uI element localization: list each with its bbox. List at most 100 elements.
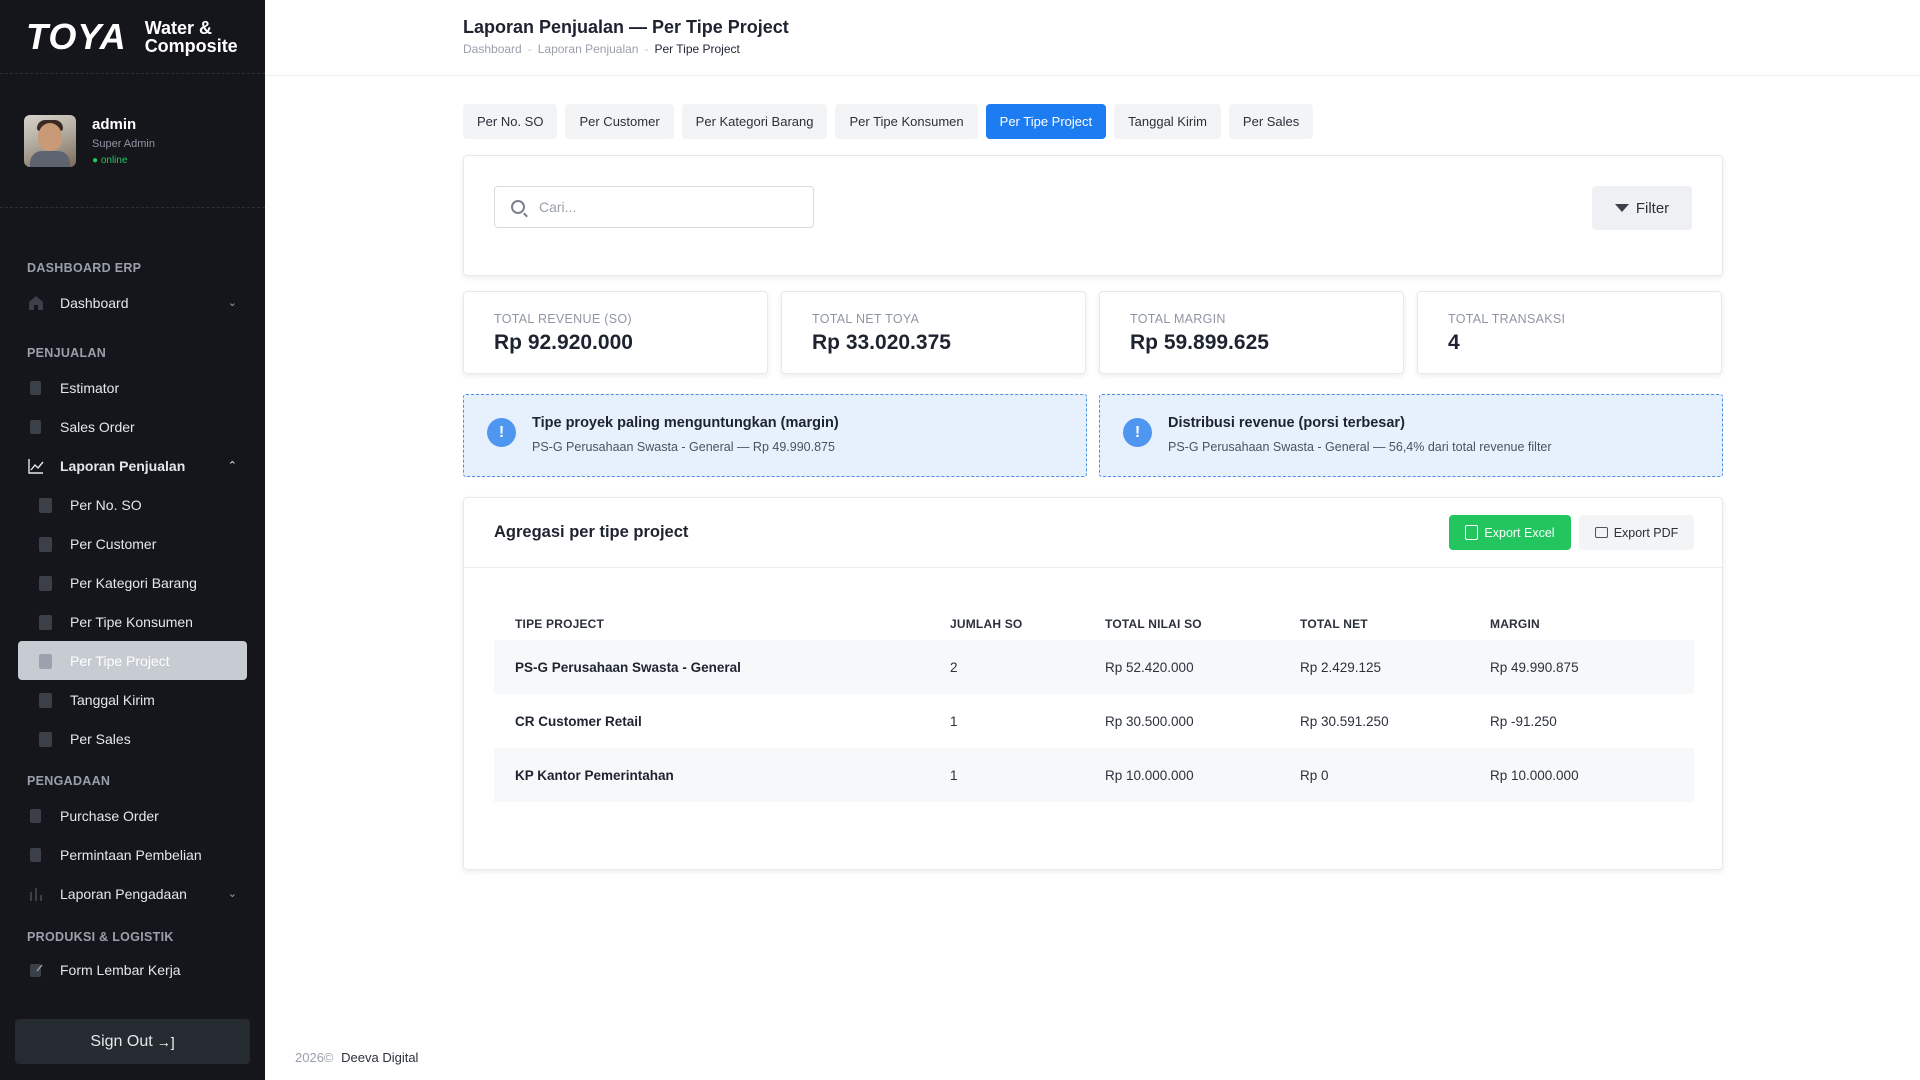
- sidebar-item-label: Purchase Order: [60, 807, 159, 824]
- user-panel: admin Super Admin ● online: [0, 74, 265, 208]
- document-icon: [39, 537, 52, 552]
- stat-label: TOTAL REVENUE (SO): [494, 312, 632, 326]
- column-header-jumlah-so[interactable]: JUMLAH SO: [929, 608, 1084, 640]
- sidebar-subitem-per-kategori-barang[interactable]: Per Kategori Barang: [0, 563, 265, 602]
- stat-card-total-transaksi: TOTAL TRANSAKSI 4: [1417, 291, 1722, 374]
- exclamation-icon: !: [487, 418, 516, 447]
- sign-out-button[interactable]: Sign Out →]: [15, 1019, 250, 1064]
- stat-label: TOTAL TRANSAKSI: [1448, 312, 1566, 326]
- sidebar-item-permintaan-pembelian[interactable]: Permintaan Pembelian: [0, 835, 265, 874]
- chevron-up-icon: ⌃: [227, 460, 237, 472]
- breadcrumb-item-laporan-penjualan[interactable]: Laporan Penjualan: [538, 42, 639, 56]
- file-icon: [30, 848, 41, 862]
- stat-value: 4: [1448, 331, 1460, 354]
- tab-tanggal-kirim[interactable]: Tanggal Kirim: [1114, 104, 1221, 139]
- filter-button[interactable]: Filter: [1592, 186, 1692, 230]
- tab-per-tipe-project[interactable]: Per Tipe Project: [985, 104, 1107, 139]
- brand[interactable]: TOYA Water & Composite: [0, 0, 265, 74]
- sidebar-subitem-tanggal-kirim[interactable]: Tanggal Kirim: [0, 680, 265, 719]
- export-excel-button[interactable]: Export Excel: [1449, 515, 1571, 550]
- cell-total-nilai-so: Rp 52.420.000: [1084, 640, 1279, 694]
- footer-company-link[interactable]: Deeva Digital: [341, 1050, 418, 1065]
- user-role: Super Admin: [92, 137, 155, 150]
- cell-margin: Rp 49.990.875: [1469, 640, 1694, 694]
- table-row: PS-G Perusahaan Swasta - General 2 Rp 52…: [494, 640, 1694, 694]
- cell-jumlah-so: 2: [929, 640, 1084, 694]
- cell-jumlah-so: 1: [929, 748, 1084, 802]
- stat-label: TOTAL MARGIN: [1130, 312, 1226, 326]
- nav-section-penjualan: PENJUALAN: [27, 346, 107, 360]
- sidebar-item-label: Sales Order: [60, 418, 135, 435]
- footer: 2026© Deeva Digital: [295, 1050, 418, 1065]
- tab-per-kategori-barang[interactable]: Per Kategori Barang: [681, 104, 828, 139]
- insight-revenue-distribution: ! Distribusi revenue (porsi terbesar) PS…: [1099, 394, 1723, 477]
- report-tabs: Per No. SO Per Customer Per Kategori Bar…: [463, 104, 1314, 139]
- column-header-tipe-project[interactable]: TIPE PROJECT: [494, 608, 929, 640]
- insight-title: Distribusi revenue (porsi terbesar): [1168, 415, 1405, 431]
- chart-line-icon: [28, 459, 44, 474]
- tab-per-no-so[interactable]: Per No. SO: [463, 104, 558, 139]
- sidebar-item-laporan-pengadaan[interactable]: Laporan Pengadaan ⌄: [0, 874, 265, 913]
- column-header-margin[interactable]: MARGIN: [1469, 608, 1694, 640]
- export-pdf-button[interactable]: Export PDF: [1579, 515, 1694, 550]
- brand-subtitle-line2: Composite: [144, 35, 238, 56]
- tab-per-customer[interactable]: Per Customer: [565, 104, 674, 139]
- document-icon: [39, 654, 52, 669]
- document-icon: [39, 498, 52, 513]
- cell-total-nilai-so: Rp 10.000.000: [1084, 748, 1279, 802]
- cell-total-net: Rp 0: [1279, 748, 1469, 802]
- sidebar-item-label: Laporan Pengadaan: [60, 885, 187, 902]
- file-icon: [30, 420, 41, 434]
- search-box[interactable]: [494, 186, 814, 228]
- insight-title: Tipe proyek paling menguntungkan (margin…: [532, 415, 839, 431]
- stat-card-total-margin: TOTAL MARGIN Rp 59.899.625: [1099, 291, 1404, 374]
- tab-per-tipe-konsumen[interactable]: Per Tipe Konsumen: [835, 104, 978, 139]
- file-icon: [30, 381, 41, 395]
- cell-total-net: Rp 2.429.125: [1279, 640, 1469, 694]
- sidebar-subitem-per-tipe-konsumen[interactable]: Per Tipe Konsumen: [0, 602, 265, 641]
- breadcrumb: Dashboard - Laporan Penjualan - Per Tipe Pro…: [463, 42, 740, 56]
- chevron-down-icon: ⌄: [227, 297, 237, 309]
- insight-text: PS-G Perusahaan Swasta - General — Rp 49…: [532, 440, 835, 454]
- file-icon: [30, 809, 41, 823]
- breadcrumb-separator: -: [527, 42, 532, 56]
- sidebar-subitem-per-tipe-project[interactable]: Per Tipe Project: [18, 641, 247, 680]
- avatar[interactable]: [24, 114, 76, 167]
- sidebar-subitem-per-sales[interactable]: Per Sales: [0, 719, 265, 758]
- column-header-total-nilai-so[interactable]: TOTAL NILAI SO: [1084, 608, 1279, 640]
- sidebar-item-dashboard[interactable]: Dashboard ⌄: [0, 283, 265, 322]
- table-title: Agregasi per tipe project: [494, 523, 689, 541]
- exclamation-icon: !: [1123, 418, 1152, 447]
- cell-jumlah-so: 1: [950, 713, 958, 729]
- sidebar-subitem-per-no-so[interactable]: Per No. SO: [0, 485, 265, 524]
- filter-label: Filter: [1635, 199, 1670, 217]
- sidebar-item-label: Permintaan Pembelian: [60, 846, 202, 863]
- table-row: CR Customer Retail 1 Rp 30.500.000 Rp 30…: [494, 694, 1694, 748]
- excel-file-icon: [1465, 525, 1479, 540]
- sidebar-item-form-lembar-kerja[interactable]: Form Lembar Kerja: [0, 950, 265, 989]
- sidebar-subitem-label: Per Customer: [70, 535, 157, 552]
- search-input[interactable]: [539, 199, 799, 215]
- brand-logo: TOYA: [26, 15, 127, 57]
- sidebar-item-laporan-penjualan[interactable]: Laporan Penjualan ⌃: [0, 446, 265, 485]
- search-card: Filter: [463, 155, 1723, 276]
- sidebar-item-estimator[interactable]: Estimator: [0, 368, 265, 407]
- cell-total-nilai-so: Rp 30.500.000: [1105, 713, 1194, 729]
- sidebar-item-label: Laporan Penjualan: [60, 457, 186, 474]
- home-icon: [29, 296, 43, 310]
- sidebar: TOYA Water & Composite admin Super Admin…: [0, 0, 265, 1080]
- sign-out-icon: →]: [156, 1033, 175, 1050]
- sidebar-item-purchase-order[interactable]: Purchase Order: [0, 796, 265, 835]
- page-header: Laporan Penjualan — Per Tipe Project Das…: [265, 0, 1920, 76]
- chevron-down-icon: ⌄: [227, 888, 237, 900]
- sidebar-subitem-label: Tanggal Kirim: [70, 691, 155, 708]
- sidebar-subitem-per-customer[interactable]: Per Customer: [0, 524, 265, 563]
- nav-section-pengadaan: PENGADAAN: [27, 774, 111, 788]
- sidebar-item-sales-order[interactable]: Sales Order: [0, 407, 265, 446]
- breadcrumb-item-dashboard[interactable]: Dashboard: [463, 42, 522, 56]
- brand-subtitle: Water & Composite: [145, 19, 238, 55]
- breadcrumb-separator: -: [644, 42, 649, 56]
- aggregation-table-card: Agregasi per tipe project Export Excel E…: [463, 497, 1723, 870]
- column-header-total-net[interactable]: TOTAL NET: [1279, 608, 1469, 640]
- tab-per-sales[interactable]: Per Sales: [1228, 104, 1314, 139]
